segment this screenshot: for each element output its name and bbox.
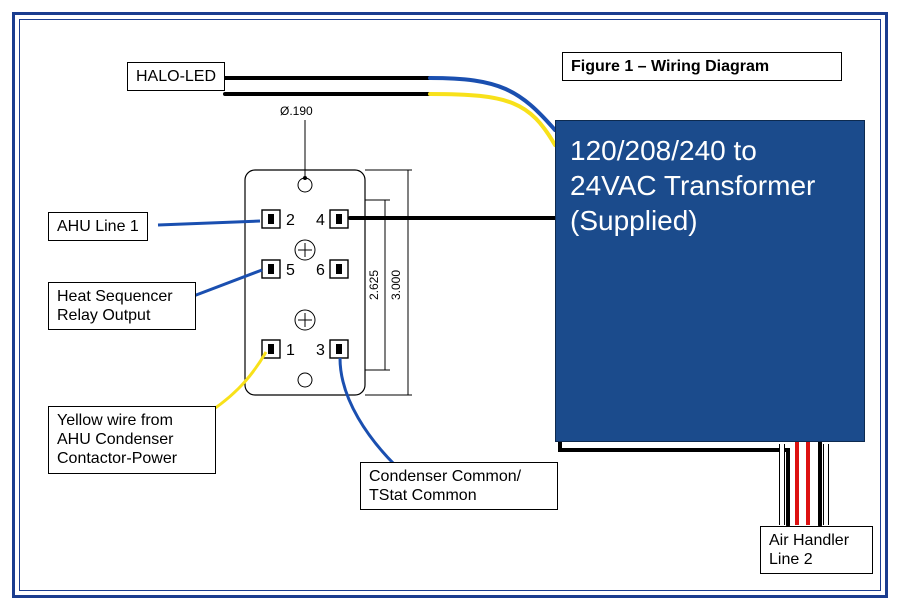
transformer-box: 120/208/240 to 24VAC Transformer (Suppli… [555, 120, 865, 442]
diagram-canvas: 2 4 5 6 1 3 Ø.190 2.625 3.000 [0, 0, 900, 610]
label-air-handler: Air Handler Line 2 [760, 526, 873, 574]
label-ahu-line1: AHU Line 1 [48, 212, 148, 241]
label-halo-led: HALO-LED [127, 62, 225, 91]
label-yellow-wire: Yellow wire from AHU Condenser Contactor… [48, 406, 216, 474]
figure-title: Figure 1 – Wiring Diagram [562, 52, 842, 81]
label-heat-seq: Heat Sequencer Relay Output [48, 282, 196, 330]
label-condenser-common: Condenser Common/ TStat Common [360, 462, 558, 510]
